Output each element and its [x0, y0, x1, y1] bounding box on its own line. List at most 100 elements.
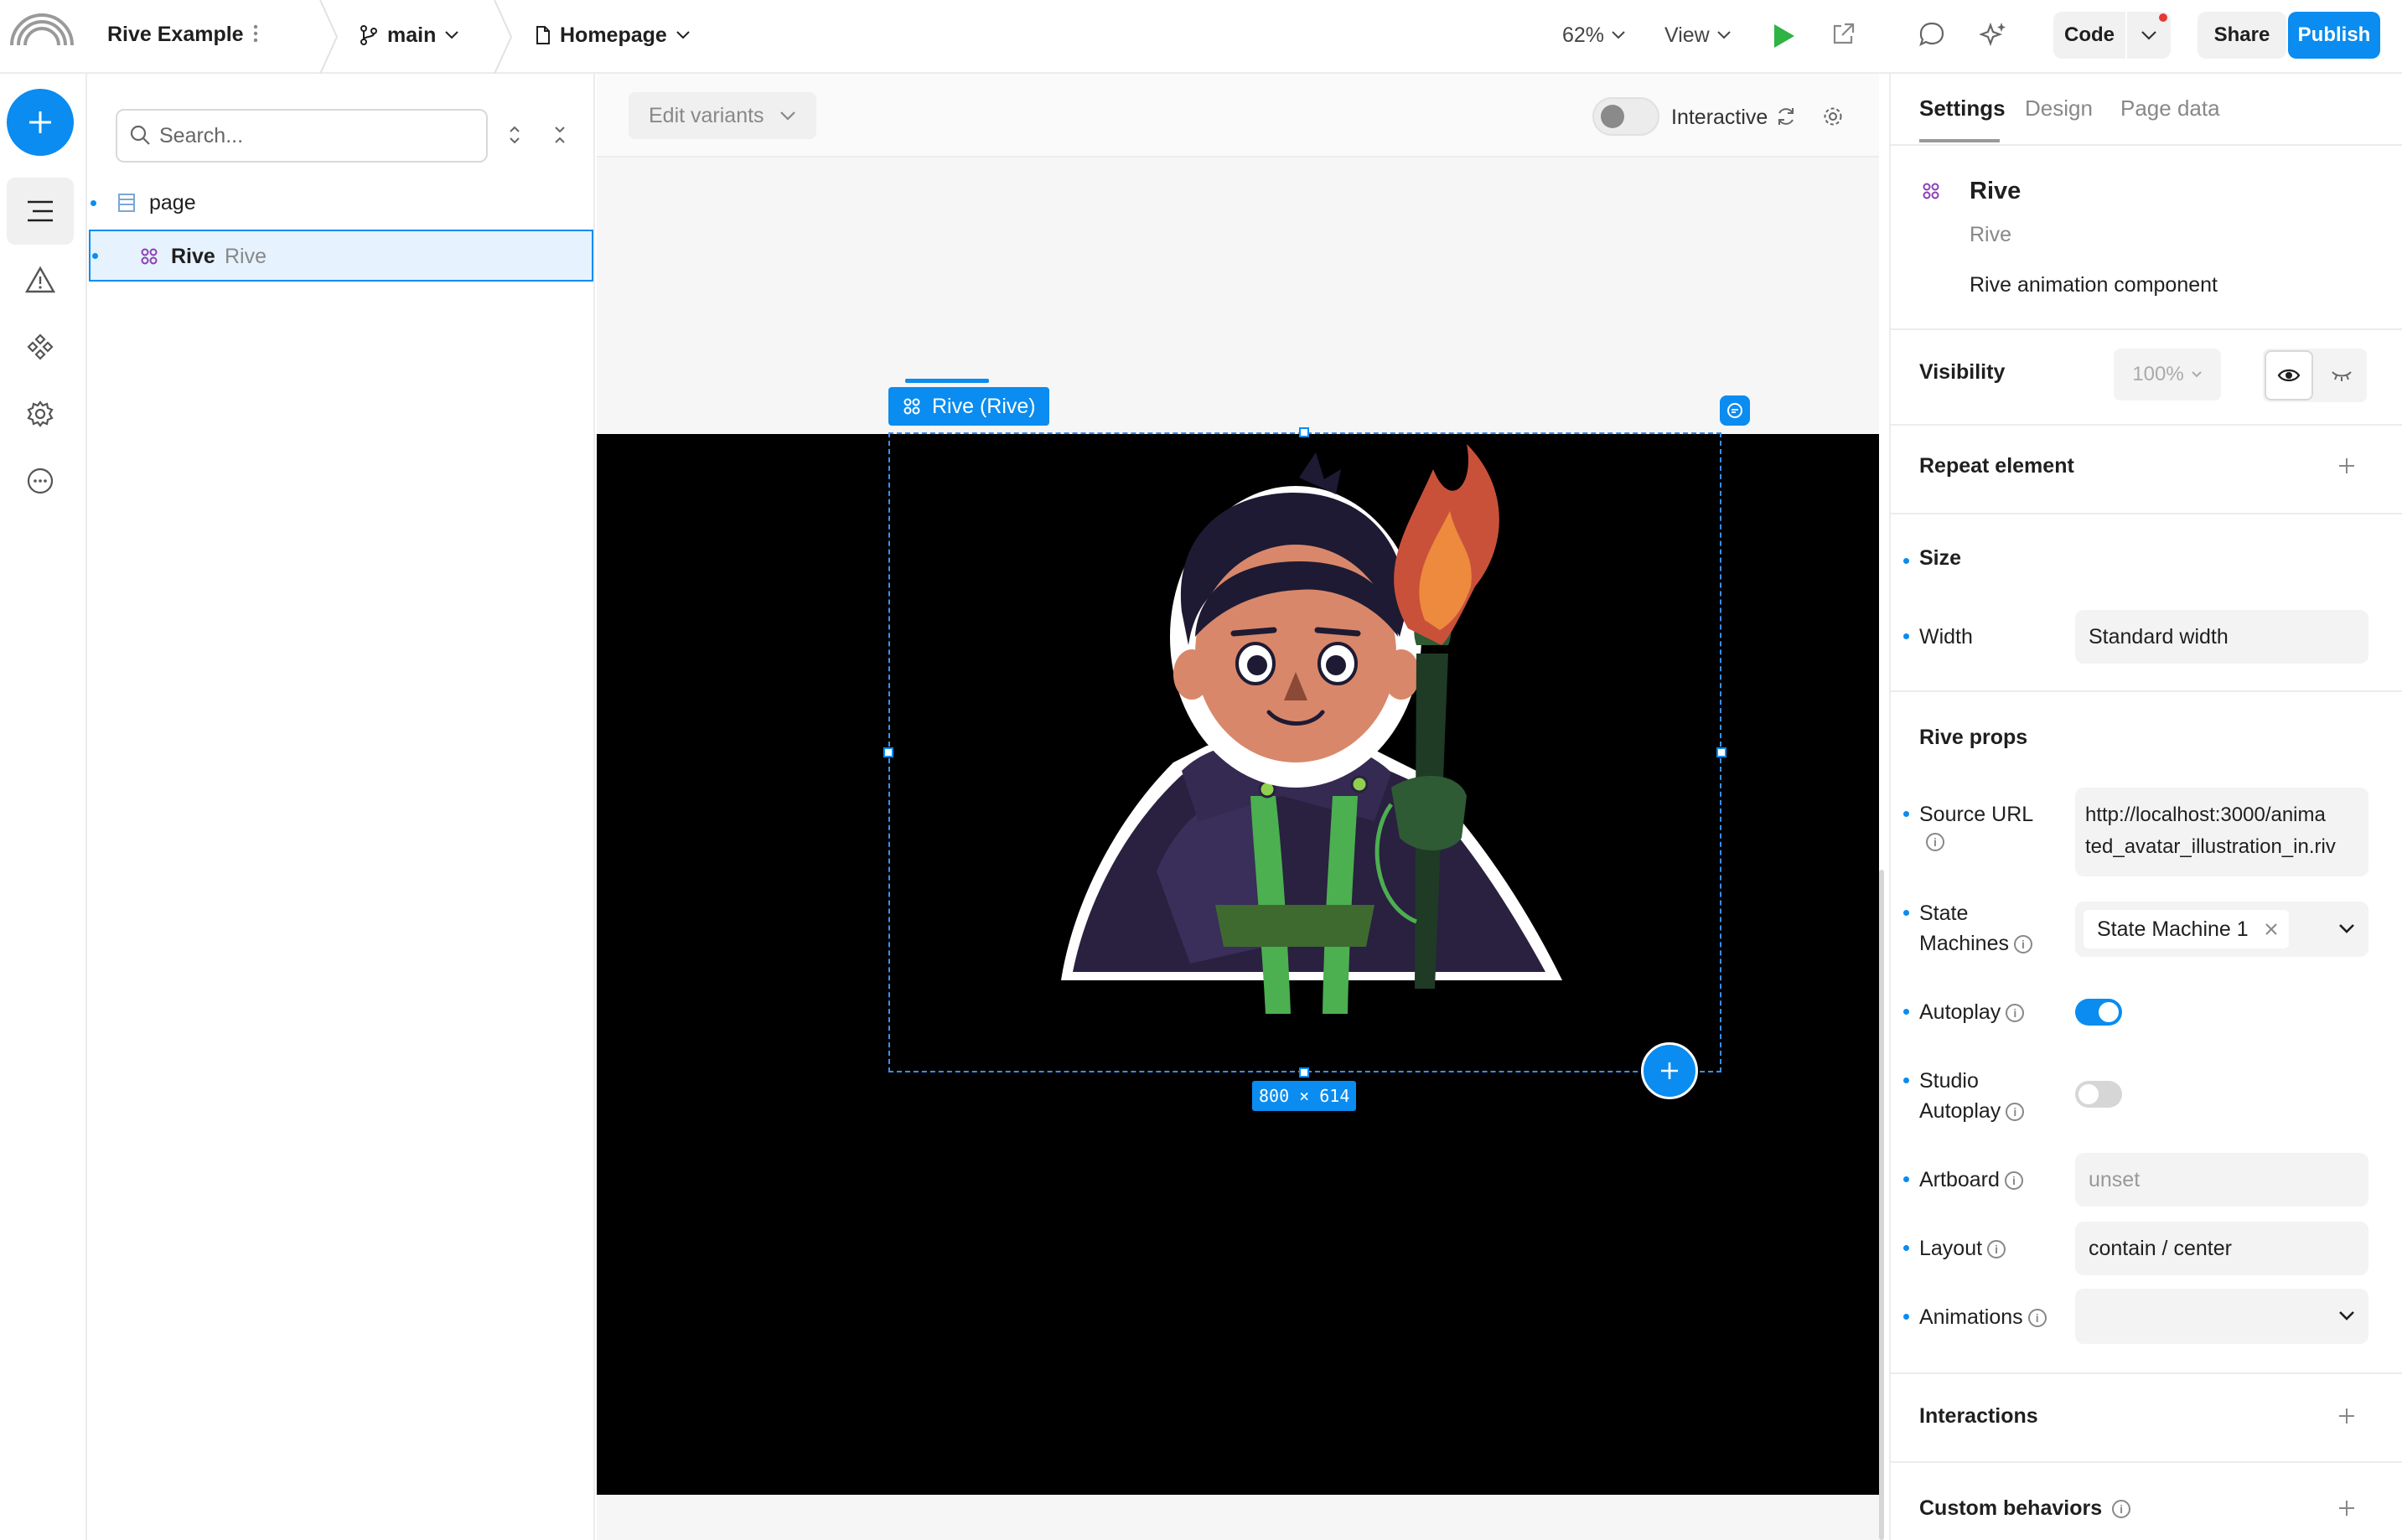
warning-icon[interactable] [23, 263, 57, 297]
page-file-icon [535, 25, 551, 45]
page-name: Homepage [560, 23, 667, 47]
chevron-down-icon [1611, 30, 1626, 40]
branch-selector[interactable]: main [359, 18, 459, 52]
settings-gear-icon[interactable] [23, 397, 57, 431]
resize-handle-left[interactable] [883, 747, 893, 757]
add-element-button[interactable] [7, 89, 74, 156]
animations-select[interactable] [2075, 1289, 2368, 1344]
layers-tab[interactable] [7, 178, 74, 245]
layout-label: Layout i [1919, 1233, 2006, 1264]
page-selector[interactable]: Homepage [535, 18, 691, 52]
project-name[interactable]: Rive Example [107, 23, 244, 47]
breadcrumb-separator [494, 0, 513, 74]
add-sibling-button[interactable] [1641, 1042, 1698, 1099]
autoplay-toggle[interactable] [2075, 999, 2122, 1026]
page-layer-icon [117, 193, 136, 213]
info-icon[interactable]: i [2006, 1004, 2025, 1023]
comments-icon[interactable] [1918, 20, 1946, 49]
info-icon[interactable]: i [2027, 1309, 2047, 1328]
changed-indicator [1903, 1176, 1909, 1182]
layout-value: contain / center [2089, 1236, 2232, 1260]
size-section-title: Size [1919, 546, 1962, 570]
info-icon[interactable]: i [2006, 1103, 2025, 1122]
custom-behaviors-label: Custom behaviors i [1919, 1496, 2131, 1521]
remove-x-icon[interactable] [2264, 922, 2279, 937]
layout-input[interactable]: contain / center [2075, 1222, 2368, 1275]
interactions-label: Interactions [1919, 1404, 2038, 1428]
component-name: Rive [1970, 178, 2022, 204]
publish-button[interactable]: Publish [2288, 12, 2380, 59]
open-external-icon[interactable] [1830, 22, 1856, 47]
resize-handle-bottom[interactable] [1299, 1067, 1309, 1077]
info-icon[interactable]: i [2112, 1500, 2131, 1519]
width-value: Standard width [2089, 624, 2229, 649]
ai-sparkle-icon[interactable] [1980, 20, 2008, 49]
artboard-placeholder: unset [2089, 1167, 2141, 1191]
refresh-icon[interactable] [1775, 106, 1797, 127]
view-menu[interactable]: View [1664, 18, 1732, 52]
add-custom-behavior-icon[interactable] [2337, 1498, 2357, 1518]
info-icon[interactable]: i [2004, 1171, 2023, 1191]
tab-page-data[interactable]: Page data [2120, 96, 2220, 121]
changed-indicator [91, 200, 96, 206]
rive-animation-illustration [1056, 436, 1572, 1022]
play-preview-icon[interactable] [1770, 22, 1797, 50]
project-menu-icon[interactable] [251, 22, 260, 45]
app-logo-icon[interactable] [8, 12, 75, 49]
info-icon[interactable]: i [2014, 935, 2032, 954]
search-icon [129, 124, 151, 146]
view-label: View [1664, 23, 1710, 47]
collapse-all-icon[interactable] [550, 122, 570, 147]
eye-hidden-icon[interactable] [2318, 350, 2365, 401]
layers-panel: page Rive Rive [87, 74, 595, 1540]
layer-item-page[interactable]: page [87, 176, 593, 230]
changed-indicator [1903, 1009, 1909, 1015]
width-label: Width [1919, 625, 1973, 649]
divider [1891, 1372, 2402, 1374]
chevron-down-icon [2338, 1310, 2355, 1322]
changed-indicator [1903, 558, 1909, 564]
plus-icon [29, 111, 51, 133]
canvas-settings-icon[interactable] [1822, 106, 1844, 127]
width-select[interactable]: Standard width [2075, 610, 2368, 664]
rive-component-icon [1921, 181, 1941, 201]
left-rail [0, 74, 87, 1540]
chevron-down-icon [444, 30, 459, 40]
resize-handle-right[interactable] [1716, 747, 1726, 757]
chevron-down-icon [1716, 30, 1732, 40]
search-input[interactable] [159, 111, 461, 161]
info-icon[interactable]: i [1987, 1240, 2006, 1259]
interactive-toggle[interactable] [1592, 97, 1659, 136]
add-repeat-icon[interactable] [2337, 456, 2357, 476]
selection-tab-indicator [905, 379, 989, 383]
chevron-down-icon[interactable] [2338, 923, 2355, 935]
more-options-icon[interactable] [23, 464, 57, 498]
source-url-input[interactable]: http://localhost:3000/anima ted_avatar_i… [2075, 788, 2368, 876]
chevron-down-icon [676, 30, 691, 40]
tab-design[interactable]: Design [2025, 96, 2093, 121]
canvas-scroll-bar[interactable] [1879, 870, 1884, 1540]
eye-visible-icon[interactable] [2265, 350, 2313, 401]
info-icon[interactable]: i [1926, 833, 1944, 851]
share-button[interactable]: Share [2198, 12, 2286, 59]
state-machine-chip[interactable]: State Machine 1 [2084, 910, 2289, 948]
add-interaction-icon[interactable] [2337, 1406, 2357, 1426]
properties-panel: Settings Design Page data Rive Rive Rive… [1889, 74, 2402, 1540]
code-label: Code [2064, 23, 2115, 46]
selection-label[interactable]: Rive (Rive) [888, 387, 1049, 426]
comment-badge-icon[interactable] [1720, 395, 1750, 426]
opacity-select[interactable]: 100% [2114, 349, 2221, 401]
divider [1891, 1461, 2402, 1463]
layer-item-rive[interactable]: Rive Rive [89, 230, 593, 282]
expand-collapse-icon[interactable] [505, 122, 525, 147]
tab-settings[interactable]: Settings [1919, 96, 2006, 121]
code-button[interactable]: Code [2053, 12, 2125, 59]
edit-variants-button[interactable]: Edit variants [629, 92, 816, 139]
artboard-input[interactable]: unset [2075, 1153, 2368, 1207]
component-description: Rive animation component [1970, 273, 2218, 297]
components-icon[interactable] [23, 330, 57, 364]
state-machines-select[interactable]: State Machine 1 [2075, 902, 2368, 957]
layer-search-box[interactable] [116, 109, 488, 163]
studio-autoplay-toggle[interactable] [2075, 1081, 2122, 1108]
zoom-selector[interactable]: 62% [1562, 18, 1626, 52]
